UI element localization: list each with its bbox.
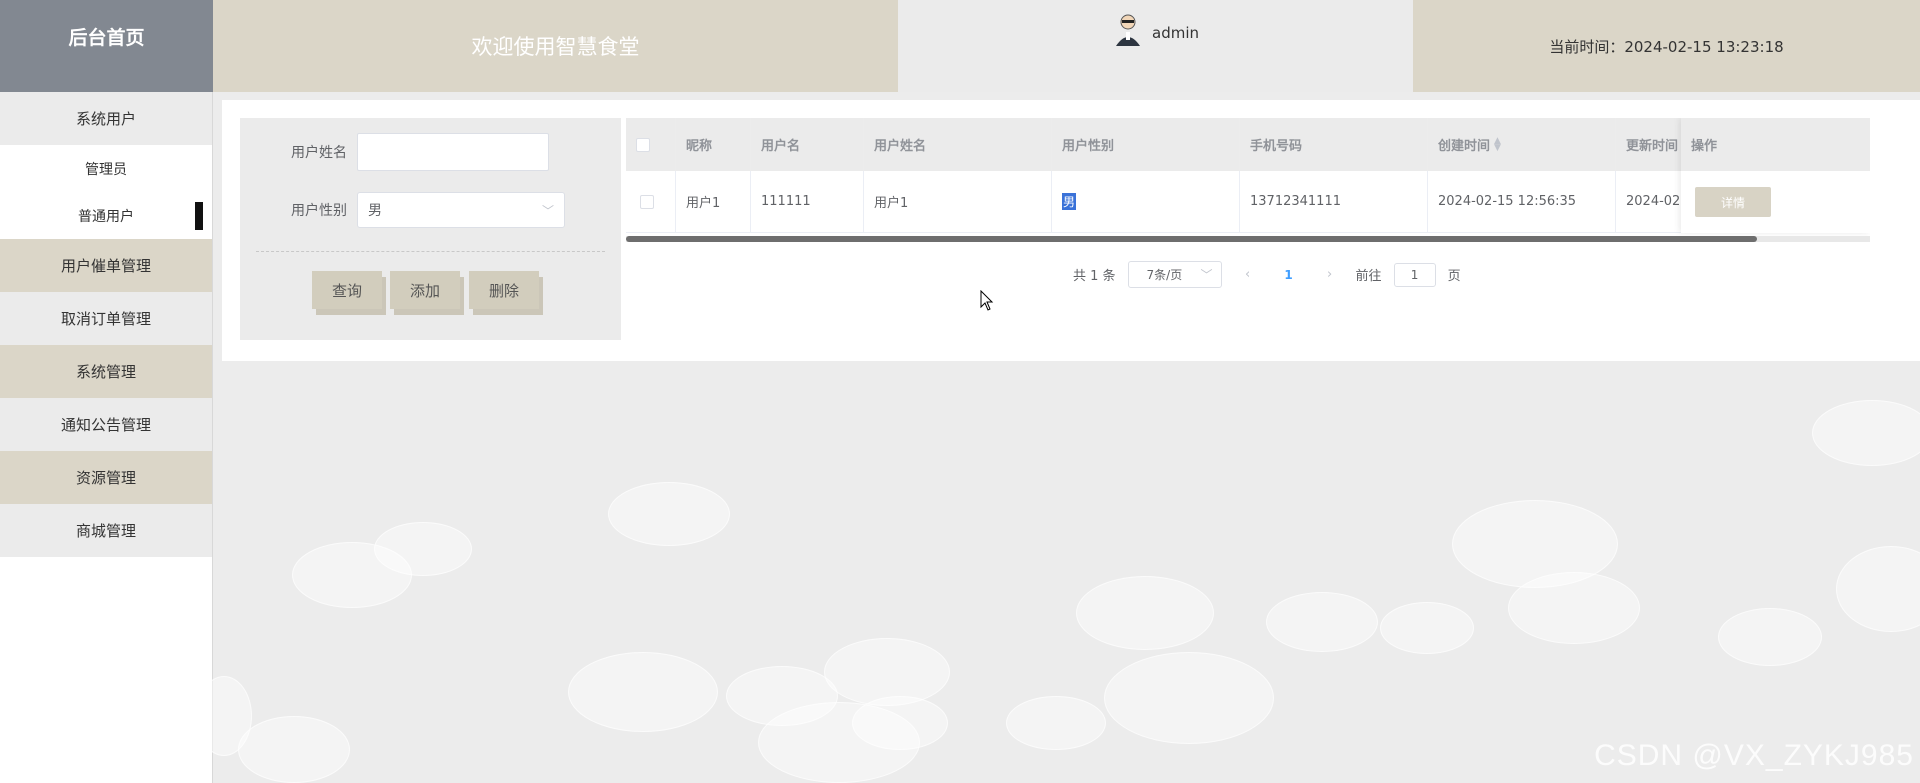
gender-select-value: 男 bbox=[368, 203, 382, 219]
home-link[interactable]: 后台首页 bbox=[0, 0, 213, 92]
horizontal-scrollbar[interactable] bbox=[626, 236, 1757, 242]
divider bbox=[256, 251, 605, 252]
query-button[interactable]: 查询 bbox=[312, 271, 382, 309]
content-panel: 用户姓名 用户性别 男 ﹀ 查询 添加 删除 昵称 用户名 用户姓名 用户性别 … bbox=[222, 100, 1920, 361]
gender-label: 用户性别 bbox=[291, 203, 347, 219]
page-number[interactable]: 1 bbox=[1274, 268, 1304, 282]
decor-bubble bbox=[608, 482, 730, 546]
cell-nickname: 用户1 bbox=[676, 171, 751, 232]
detail-button[interactable]: 详情 bbox=[1695, 187, 1771, 217]
user-table: 昵称 用户名 用户姓名 用户性别 手机号码 创建时间 ▲ ▼ 更新时间 用户1 1… bbox=[626, 118, 1870, 238]
goto-page-input[interactable]: 1 bbox=[1393, 262, 1436, 287]
gender-select[interactable]: 男 ﹀ bbox=[357, 192, 565, 228]
cell-created: 2024-02-15 12:56:35 bbox=[1428, 171, 1616, 232]
watermark: CSDN @VX_ZYKJ985 bbox=[1594, 739, 1914, 772]
username-label: admin bbox=[1152, 24, 1199, 42]
decor-bubble bbox=[1104, 652, 1274, 744]
chevron-down-icon: ﹀ bbox=[1200, 268, 1213, 282]
decor-bubble bbox=[1076, 576, 1214, 650]
add-button-wrap: 添加 bbox=[390, 271, 464, 315]
col-username: 用户名 bbox=[751, 118, 864, 171]
sidebar-item-admins[interactable]: 管理员 bbox=[0, 145, 212, 192]
col-created-label: 创建时间 bbox=[1438, 139, 1491, 154]
pagination: 共 1 条 7条/页 ﹀ ‹ 1 › 前往 1 页 bbox=[1073, 261, 1461, 288]
current-time: 当前时间：2024-02-15 13:23:18 bbox=[1413, 0, 1920, 92]
welcome-title: 欢迎使用智慧食堂 bbox=[213, 0, 898, 92]
decor-bubble bbox=[1006, 696, 1106, 750]
next-page-icon[interactable]: › bbox=[1316, 267, 1344, 282]
name-label: 用户姓名 bbox=[291, 145, 347, 161]
page-suffix: 页 bbox=[1447, 269, 1461, 284]
col-phone: 手机号码 bbox=[1240, 118, 1428, 171]
mouse-cursor-icon bbox=[980, 290, 994, 311]
col-gender: 用户性别 bbox=[1052, 118, 1240, 171]
col-realname: 用户姓名 bbox=[864, 118, 1052, 171]
sidebar-item-mall[interactable]: 商城管理 bbox=[0, 504, 212, 557]
row-select-cell bbox=[626, 171, 676, 232]
cell-gender: 男 bbox=[1052, 171, 1240, 232]
decor-bubble bbox=[1508, 572, 1640, 644]
chevron-down-icon: ﹀ bbox=[541, 203, 554, 218]
cell-realname: 用户1 bbox=[864, 171, 1052, 232]
user-info[interactable]: admin bbox=[898, 0, 1413, 92]
avatar-icon bbox=[1116, 14, 1140, 46]
search-form: 用户姓名 用户性别 男 ﹀ 查询 添加 删除 bbox=[240, 118, 621, 340]
decor-bubble bbox=[1836, 546, 1920, 632]
sidebar-item-resources[interactable]: 资源管理 bbox=[0, 451, 212, 504]
delete-button-wrap: 删除 bbox=[469, 271, 543, 315]
cell-phone: 13712341111 bbox=[1240, 171, 1428, 232]
decor-bubble bbox=[238, 716, 350, 783]
sidebar-item-system-management[interactable]: 系统管理 bbox=[0, 345, 212, 398]
decor-bubble bbox=[196, 676, 252, 756]
prev-page-icon[interactable]: ‹ bbox=[1234, 267, 1262, 282]
sidebar-item-notices[interactable]: 通知公告管理 bbox=[0, 398, 212, 451]
decor-bubble bbox=[824, 638, 950, 706]
row-checkbox[interactable] bbox=[640, 194, 654, 209]
decor-bubble bbox=[1380, 602, 1474, 654]
sidebar: 系统用户 管理员 普通用户 用户催单管理 取消订单管理 系统管理 通知公告管理 … bbox=[0, 92, 213, 783]
decor-bubble bbox=[568, 652, 718, 732]
sidebar-item-cancel-orders[interactable]: 取消订单管理 bbox=[0, 292, 212, 345]
total-count: 共 1 条 bbox=[1073, 269, 1116, 284]
decor-bubble bbox=[1718, 608, 1822, 666]
col-nickname: 昵称 bbox=[676, 118, 751, 171]
sidebar-item-label: 普通用户 bbox=[78, 208, 134, 225]
query-button-wrap: 查询 bbox=[312, 271, 386, 315]
sort-icon[interactable]: ▲ ▼ bbox=[1494, 136, 1501, 152]
sidebar-item-normal-users[interactable]: 普通用户 bbox=[0, 192, 212, 239]
decor-bubble bbox=[1812, 400, 1920, 466]
actions-column: 操作 详情 bbox=[1681, 118, 1870, 233]
cell-username: 111111 bbox=[751, 171, 864, 232]
sidebar-item-reminder-orders[interactable]: 用户催单管理 bbox=[0, 239, 212, 292]
add-button[interactable]: 添加 bbox=[390, 271, 460, 309]
col-actions: 操作 bbox=[1681, 118, 1870, 171]
decor-bubble bbox=[374, 522, 472, 576]
page-size-value: 7条/页 bbox=[1146, 268, 1183, 282]
page-size-select[interactable]: 7条/页 ﹀ bbox=[1127, 261, 1222, 288]
active-marker bbox=[195, 202, 203, 230]
top-header: 后台首页 欢迎使用智慧食堂 admin 当前时间：2024-02-15 13:2… bbox=[0, 0, 1920, 92]
name-row: 用户姓名 bbox=[240, 133, 549, 171]
select-all-cell bbox=[626, 118, 676, 171]
select-all-checkbox[interactable] bbox=[636, 137, 650, 152]
col-created[interactable]: 创建时间 ▲ ▼ bbox=[1428, 118, 1616, 171]
decor-bubble bbox=[1266, 592, 1378, 652]
cell-gender-value: 男 bbox=[1062, 193, 1077, 210]
name-input[interactable] bbox=[357, 133, 549, 171]
delete-button[interactable]: 删除 bbox=[469, 271, 539, 309]
sidebar-item-system-users[interactable]: 系统用户 bbox=[0, 92, 212, 145]
actions-cell: 详情 bbox=[1681, 171, 1870, 233]
gender-row: 用户性别 男 ﹀ bbox=[240, 192, 565, 228]
decor-bubble bbox=[758, 702, 920, 783]
goto-label: 前往 bbox=[1355, 269, 1382, 284]
